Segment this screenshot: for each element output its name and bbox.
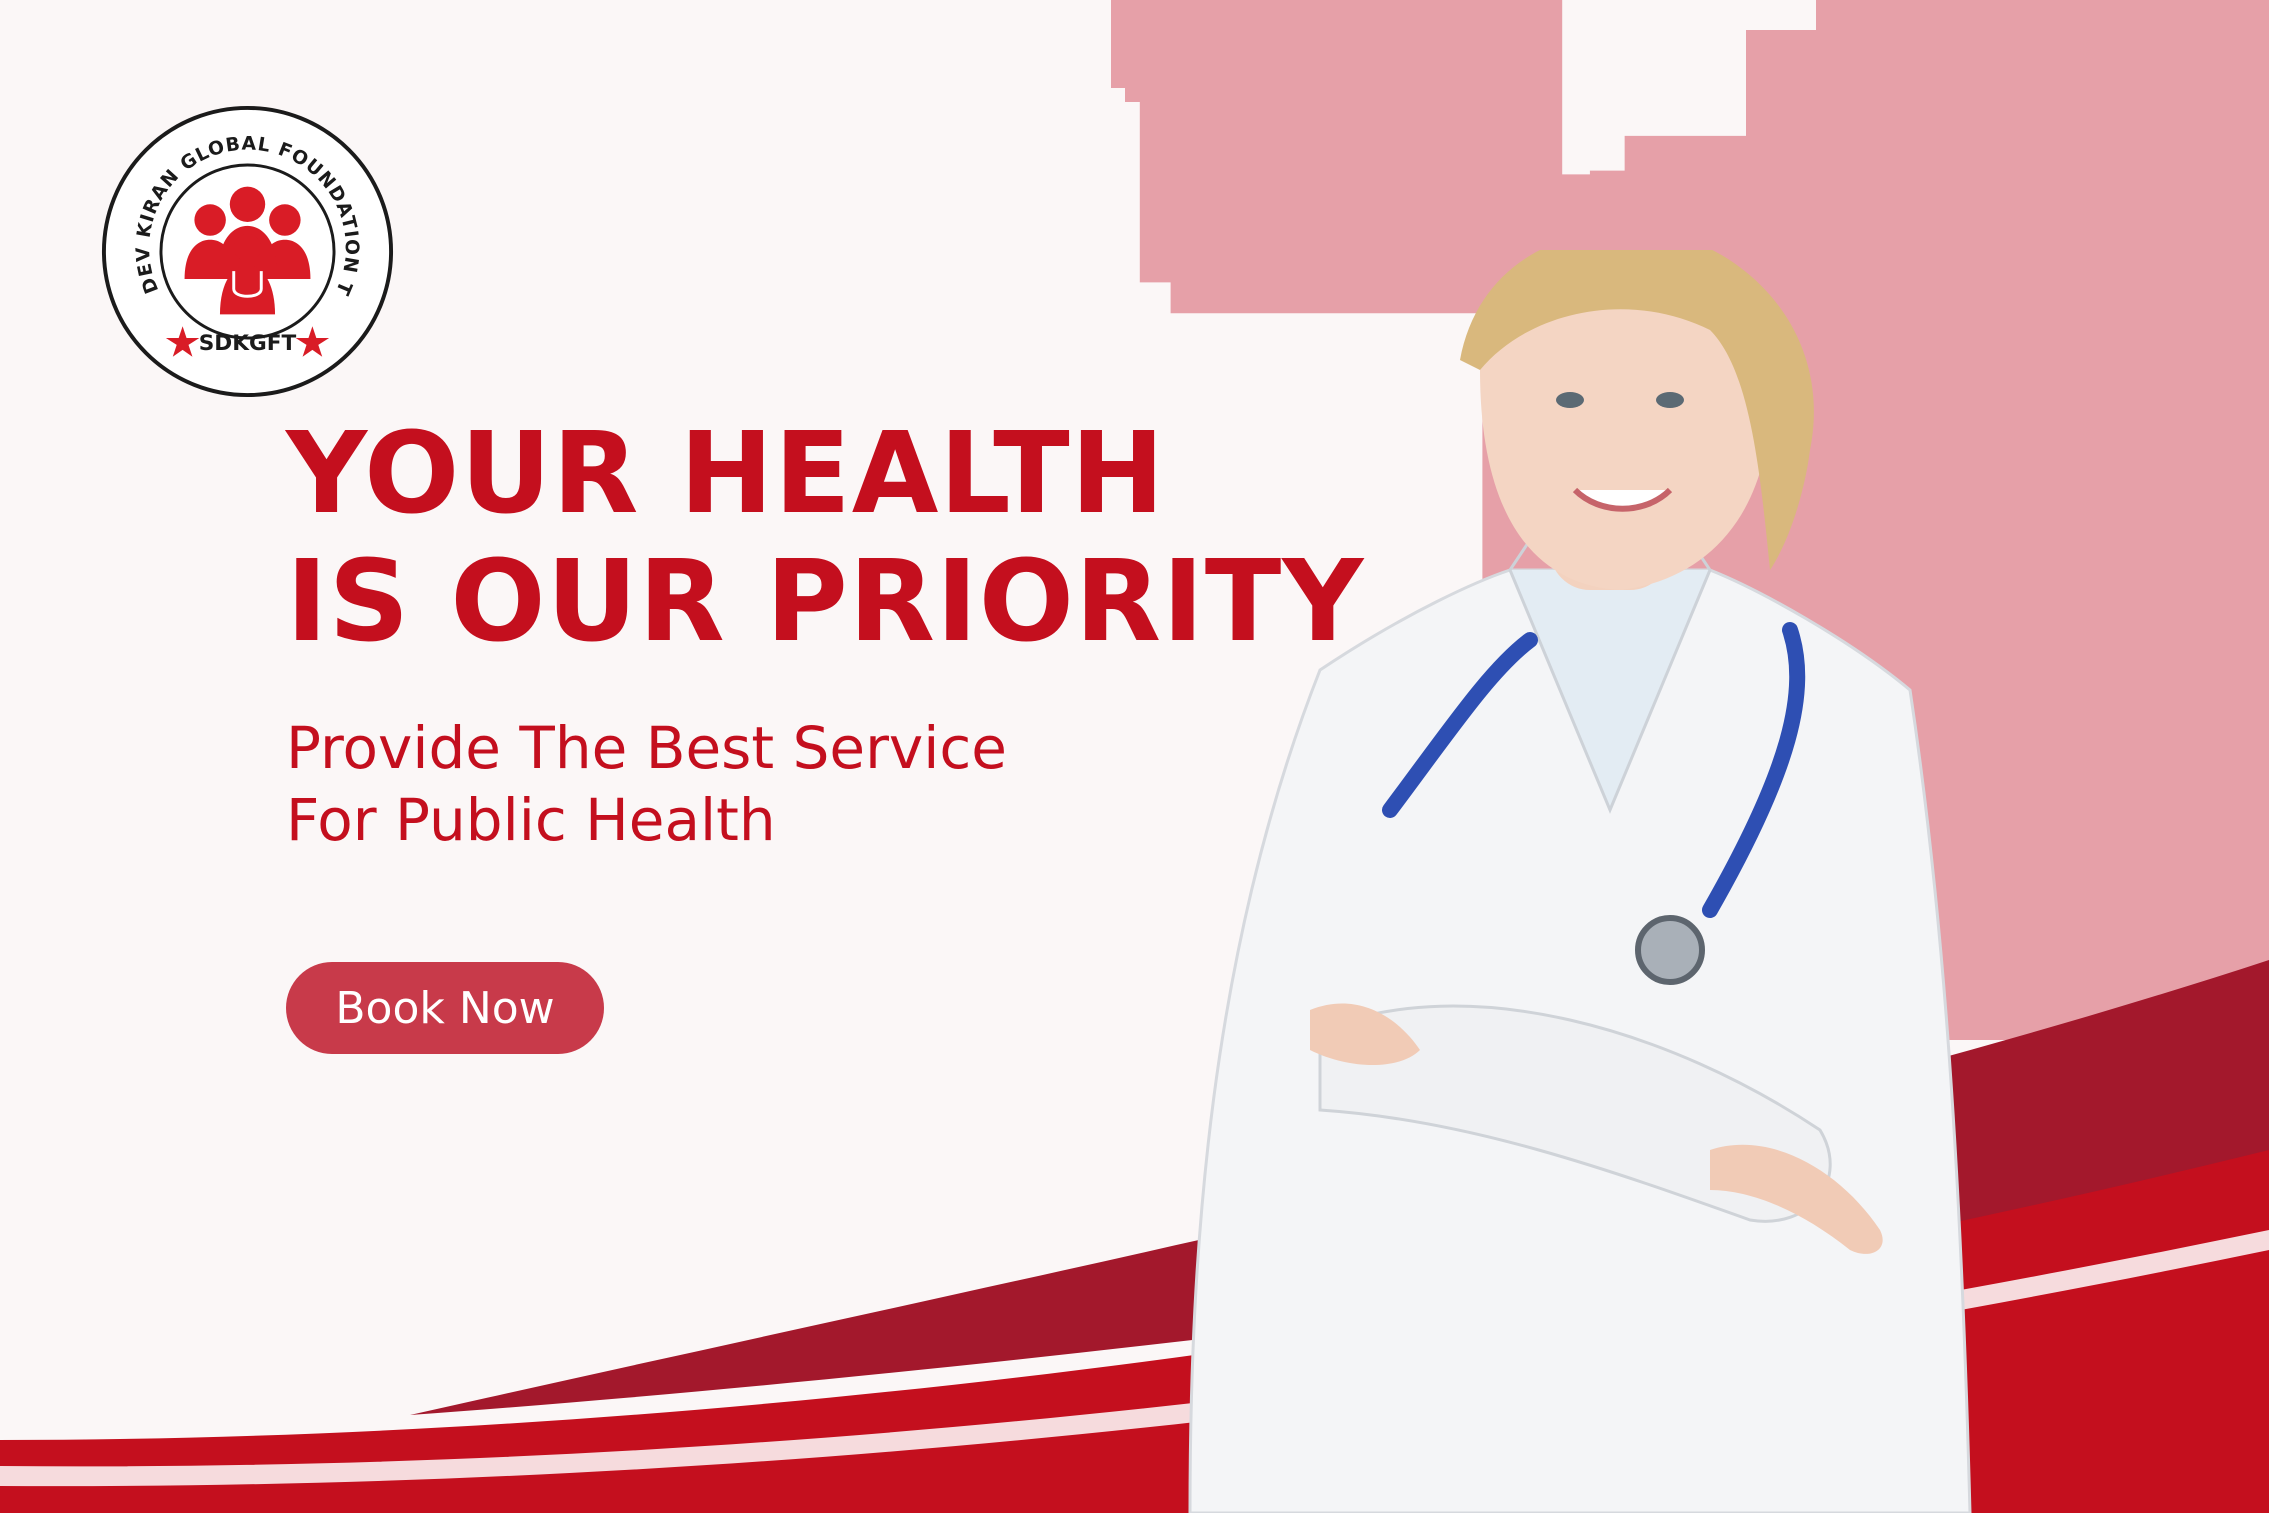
stethoscope-chestpiece [1635, 915, 1705, 985]
medical-cross-icon [1305, 56, 1397, 148]
medical-cross-icon [2121, 335, 2269, 545]
foundation-logo: SHRI DEV KIRAN GLOBAL FOUNDATION TRUST S… [100, 104, 394, 398]
doctor-photo [1188, 250, 1972, 1513]
subheadline: Provide The Best Service For Public Heal… [286, 714, 1007, 854]
book-now-button[interactable]: Book Now [286, 962, 604, 1054]
logo-short-name: SDKGFT [199, 331, 297, 356]
hero-banner: SHRI DEV KIRAN GLOBAL FOUNDATION TRUST S… [0, 0, 2269, 1513]
